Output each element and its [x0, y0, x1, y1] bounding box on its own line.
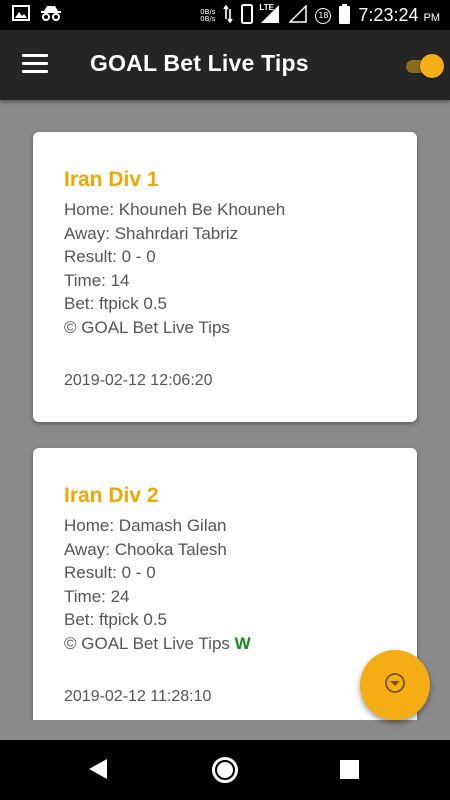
data-transfer-icon: [223, 4, 234, 26]
card-time: Time: 14: [64, 270, 130, 290]
card-result: Result: 0 - 0: [64, 563, 156, 583]
scroll-down-button[interactable]: [360, 650, 430, 720]
card-bet: Bet: ftpick 0.5: [64, 294, 167, 314]
incognito-icon: [40, 5, 62, 26]
card-away: Away: Shahrdari Tabriz: [64, 223, 239, 243]
image-icon: [12, 5, 30, 26]
net-speed: 0B/s 0B/s: [200, 7, 216, 23]
phone-icon: [241, 4, 254, 27]
tip-card[interactable]: Iran Div 1 Home: Khouneh Be Khouneh Away…: [33, 132, 417, 422]
hamburger-menu-icon[interactable]: [22, 54, 48, 74]
card-title: Iran Div 1: [64, 168, 159, 191]
live-toggle-switch[interactable]: [404, 54, 444, 78]
outcome-badge: W: [234, 633, 251, 653]
clock: 7:23:24 PM: [358, 5, 440, 25]
card-home: Home: Khouneh Be Khouneh: [64, 200, 286, 219]
card-away: Away: Chooka Talesh: [64, 539, 227, 559]
recent-apps-icon[interactable]: [340, 760, 359, 779]
battery-icon: [339, 4, 351, 27]
card-footer: © GOAL Bet Live Tips W: [64, 633, 251, 653]
back-icon[interactable]: [88, 758, 108, 785]
navigation-bar: [0, 740, 450, 800]
signal-empty-icon: [288, 4, 308, 26]
card-bet: Bet: ftpick 0.5: [64, 610, 167, 630]
card-result: Result: 0 - 0: [64, 247, 156, 267]
card-time: Time: 24: [64, 586, 130, 606]
card-date: 2019-02-12 12:06:20: [64, 371, 213, 389]
tips-list[interactable]: Iran Div 1 Home: Khouneh Be Khouneh Away…: [0, 100, 450, 720]
app-bar: GOAL Bet Live Tips: [0, 30, 450, 100]
toggle-thumb: [420, 54, 444, 78]
card-footer: © GOAL Bet Live Tips: [64, 317, 230, 337]
status-bar: 0B/s 0B/s LTE 18 7:23:24 PM: [0, 0, 450, 30]
card-title: Iran Div 2: [64, 484, 159, 507]
signal-icon: LTE: [259, 3, 281, 26]
card-home: Home: Damash Gilan: [64, 516, 227, 535]
app-title: GOAL Bet Live Tips: [90, 50, 309, 76]
notification-badge-icon: 18: [315, 7, 332, 24]
home-icon[interactable]: [211, 756, 239, 789]
chevron-down-circle-icon: [384, 672, 406, 699]
